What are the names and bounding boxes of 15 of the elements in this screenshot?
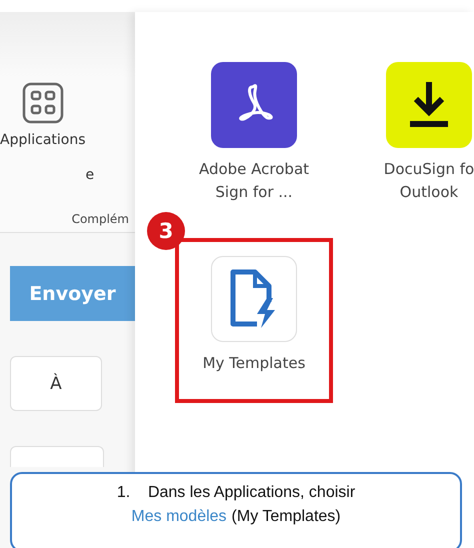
group-label: Complém (72, 212, 130, 228)
step-badge: 3 (147, 212, 185, 250)
instruction-text: 1. Dans les Applications, choisir (116, 484, 356, 502)
app-name: DocuSign fo Outlook (384, 159, 474, 203)
app-name: Adobe Acrobat Sign for ... (198, 159, 310, 203)
applications-button[interactable]: Applications (0, 82, 86, 212)
templates-link[interactable]: Mes modèles (131, 508, 227, 526)
app-tile[interactable] (211, 256, 297, 342)
recipient-button[interactable]: À (10, 356, 102, 411)
app-name: My Templates (202, 353, 306, 374)
ribbon-label: e (86, 167, 94, 185)
instruction-text: (My Templates) (232, 508, 341, 526)
apps-grid-icon (22, 82, 64, 124)
app-tile[interactable] (386, 62, 472, 148)
app-tile[interactable] (211, 62, 297, 148)
